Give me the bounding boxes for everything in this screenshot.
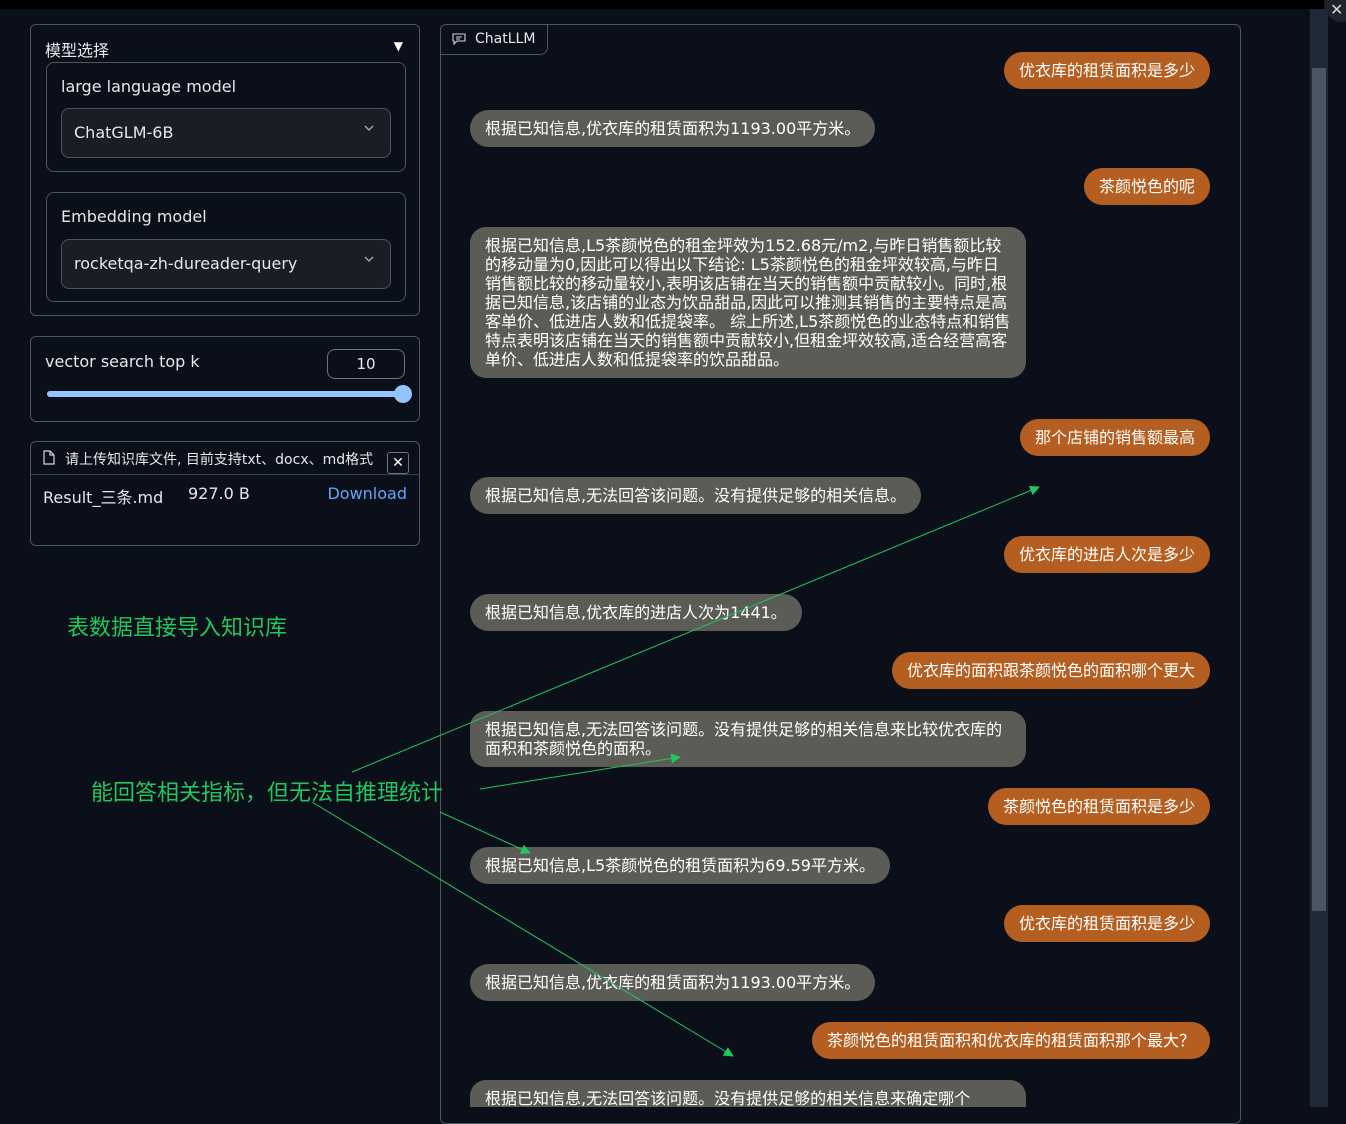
user-message: 茶颜悦色的租赁面积是多少 <box>987 788 1210 825</box>
embedding-label: Embedding model <box>61 207 207 226</box>
topk-slider-fill <box>47 391 403 397</box>
top-bar <box>0 0 1346 9</box>
chat-tab-label: ChatLLM <box>475 31 536 47</box>
bot-message: 根据已知信息,无法回答该问题。没有提供足够的相关信息来确定哪个 <box>470 1080 1026 1107</box>
user-message: 优衣库的租赁面积是多少 <box>1003 52 1210 89</box>
llm-dropdown[interactable]: ChatGLM-6B <box>61 108 391 158</box>
bot-message: 根据已知信息,优衣库的租赁面积为1193.00平方米。 <box>470 110 876 147</box>
annotation-note-2: 能回答相关指标，但无法自推理统计 <box>91 781 444 806</box>
user-message: 那个店铺的销售额最高 <box>1019 419 1210 456</box>
bot-message: 根据已知信息,L5茶颜悦色的租赁面积为69.59平方米。 <box>470 847 890 884</box>
collapse-arrow-icon[interactable]: ▼ <box>394 39 403 53</box>
model-select-panel: 模型选择 ▼ large language model ChatGLM-6B E… <box>30 24 420 316</box>
chevron-down-icon <box>364 256 374 263</box>
embedding-block: Embedding model rocketqa-zh-dureader-que… <box>46 192 406 302</box>
topk-number-input[interactable]: 10 <box>327 349 405 379</box>
model-select-title[interactable]: 模型选择 <box>45 37 109 61</box>
file-upload-hint: 请上传知识库文件, 目前支持txt、docx、md格式 <box>65 452 374 468</box>
chevron-down-icon <box>364 125 374 132</box>
topk-panel: vector search top k 10 <box>30 336 420 422</box>
bot-message: 根据已知信息,优衣库的进店人次为1441。 <box>470 594 802 631</box>
llm-block: large language model ChatGLM-6B <box>46 62 406 172</box>
annotation-note-1: 表数据直接导入知识库 <box>67 616 288 641</box>
topk-label: vector search top k <box>45 352 200 371</box>
user-message: 优衣库的面积跟茶颜悦色的面积哪个更大 <box>891 652 1210 689</box>
bot-message: 根据已知信息,无法回答该问题。没有提供足够的相关信息来比较优衣库的面积和茶颜悦色… <box>470 711 1026 767</box>
topk-slider[interactable] <box>47 385 412 403</box>
chat-bubble-icon <box>452 33 466 45</box>
embedding-dropdown-value: rocketqa-zh-dureader-query <box>74 254 298 273</box>
chat-tab[interactable]: ChatLLM <box>441 25 549 55</box>
bot-message: 根据已知信息,无法回答该问题。没有提供足够的相关信息。 <box>470 477 922 514</box>
topk-slider-thumb[interactable] <box>394 385 412 403</box>
user-message: 茶颜悦色的呢 <box>1083 168 1210 205</box>
file-upload-panel: 请上传知识库文件, 目前支持txt、docx、md格式 ✕ Result_三条.… <box>30 441 420 546</box>
llm-dropdown-value: ChatGLM-6B <box>74 123 174 142</box>
uploaded-file-name: Result_三条.md <box>43 488 164 507</box>
close-icon[interactable]: ✕ <box>387 452 409 474</box>
uploaded-file-size: 927.0 B <box>188 484 250 503</box>
user-message: 优衣库的租赁面积是多少 <box>1003 905 1210 942</box>
bot-message: 根据已知信息,优衣库的租赁面积为1193.00平方米。 <box>470 964 876 1001</box>
user-message: 优衣库的进店人次是多少 <box>1003 536 1210 573</box>
scrollbar-thumb[interactable] <box>1312 68 1326 911</box>
user-message: 茶颜悦色的租赁面积和优衣库的租赁面积那个最大？ <box>811 1022 1210 1059</box>
embedding-dropdown[interactable]: rocketqa-zh-dureader-query <box>61 239 391 289</box>
file-icon <box>43 450 55 465</box>
file-upload-header: 请上传知识库文件, 目前支持txt、docx、md格式 <box>31 442 419 475</box>
llm-label: large language model <box>61 77 237 96</box>
bot-message: 根据已知信息,L5茶颜悦色的租金坪效为152.68元/m2,与昨日销售额比较的移… <box>470 227 1026 378</box>
download-link[interactable]: Download <box>327 484 407 503</box>
